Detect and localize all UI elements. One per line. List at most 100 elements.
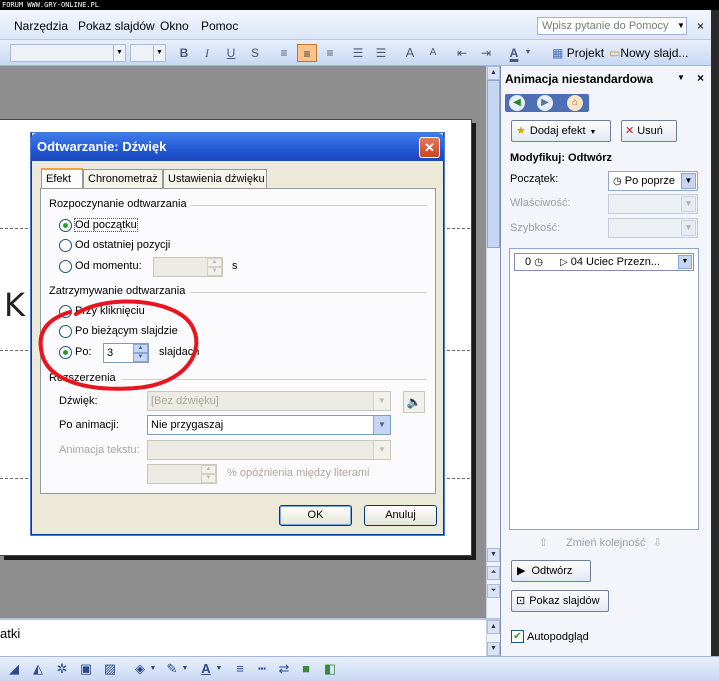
red-annotation-circle [38,299,199,391]
chevron-down-icon[interactable]: ▼ [678,255,692,269]
chevron-down-icon[interactable]: ▼ [373,416,390,434]
notes-pane[interactable]: atki ▲ ▼ [0,618,500,658]
move-up-icon[interactable]: ⇧ [539,536,548,549]
moment-spinner[interactable]: ▲ ▼ [153,257,223,277]
fill-color-icon[interactable]: ◈ [132,661,148,677]
speed-label: Szybkość: [510,222,561,234]
numbering-icon[interactable]: ☰ [348,44,368,62]
3d-icon[interactable]: ◧ [322,661,338,677]
line-color-icon[interactable]: ✎ [164,661,180,677]
property-select[interactable]: ▼ [608,194,698,214]
bold-button[interactable]: B [174,44,194,62]
next-slide-icon[interactable]: ⏷ [487,584,500,598]
animation-list-item[interactable]: 0 ◷ ▷ 04 Uciec Przezn... ▼ [514,253,694,271]
scroll-up-icon[interactable]: ▲ [487,620,500,634]
scroll-thumb[interactable] [487,80,500,248]
animate-text-select[interactable]: ▼ [147,440,391,460]
chevron-down-icon[interactable]: ▼ [180,661,190,677]
previous-slide-icon[interactable]: ⏶ [487,566,500,580]
chevron-down-icon[interactable]: ▼ [677,21,685,30]
slide-vertical-scrollbar[interactable]: ▲ ▼ ⏶ ⏷ [486,66,500,618]
scroll-down-icon[interactable]: ▼ [487,548,500,562]
chevron-down-icon[interactable]: ▼ [214,661,224,677]
star-icon: ★ [516,125,526,137]
underline-button[interactable]: U [221,44,241,62]
font-color-icon[interactable]: A [198,661,214,677]
font-grow-icon[interactable]: A [400,44,420,62]
start-value: Po poprze [624,175,675,187]
font-size-combo[interactable]: ▼ [130,44,166,62]
ok-button[interactable]: OK [279,505,352,526]
animation-list[interactable]: 0 ◷ ▷ 04 Uciec Przezn... ▼ [509,248,699,530]
align-left-icon[interactable]: ≡ [274,44,294,62]
align-center-icon[interactable]: ≡ [297,44,317,62]
remove-effect-button[interactable]: ✕ Usuń [621,120,677,142]
align-right-icon[interactable]: ≡ [320,44,340,62]
chevron-down-icon[interactable]: ▼ [681,173,696,189]
tab-chronometraz[interactable]: Chronometraż [83,169,163,189]
shadow-button[interactable]: S [245,44,265,62]
radio-od-poczatku[interactable] [59,219,72,232]
font-shrink-icon[interactable]: A [423,44,443,62]
menu-item-narzedzia[interactable]: Narzędzia [14,19,68,33]
dialog-title-bar[interactable]: Odtwarzanie: Dźwięk [31,133,444,161]
sound-select[interactable]: [Bez dźwięku] ▼ [147,391,391,411]
chevron-down-icon[interactable]: ▼ [153,45,165,61]
wordart-icon[interactable]: ◭ [30,661,46,677]
after-animation-select[interactable]: Nie przygaszaj ▼ [147,415,391,435]
close-icon[interactable]: × [697,71,704,85]
notes-scrollbar[interactable]: ▲ ▼ [486,620,500,658]
scroll-up-icon[interactable]: ▲ [487,66,500,80]
close-icon[interactable]: ✕ [419,137,440,158]
menu-item-pomoc[interactable]: Pomoc [201,19,238,33]
speaker-icon[interactable]: 🔈 [403,391,425,413]
shadow-icon[interactable]: ■ [298,661,314,677]
projekt-button[interactable]: ▦ Projekt [552,46,604,60]
play-button[interactable]: ▶ Odtwórz [511,560,591,582]
chevron-down-icon[interactable]: ▼ [522,44,534,62]
radio-od-momentu[interactable] [59,260,72,273]
radio-od-ostatniej-pozycji[interactable] [59,239,72,252]
font-name-combo[interactable]: ▼ [10,44,126,62]
decrease-indent-icon[interactable]: ⇤ [452,44,472,62]
italic-button[interactable]: I [197,44,217,62]
chevron-down-icon[interactable]: ▼ [677,73,685,82]
bullets-icon[interactable]: ☰ [371,44,391,62]
start-select[interactable]: ◷ Po poprze ▼ [608,171,698,191]
chevron-down-icon: ▼ [681,196,696,212]
chevron-down-icon[interactable]: ▼ [148,661,158,677]
font-color-button[interactable]: A [504,44,524,62]
projector-icon: ⊡ [516,595,526,607]
help-search-input[interactable]: Wpisz pytanie do Pomocy [537,17,687,35]
sound-value: [Bez dźwięku] [151,395,219,407]
new-slide-button[interactable]: ▭Nowy slajd... [609,46,688,60]
dash-style-icon[interactable]: ┅ [254,661,270,677]
spin-down-icon: ▼ [201,474,216,483]
add-effect-button[interactable]: ★ Dodaj efekt ▼ [511,120,611,142]
chevron-down-icon[interactable]: ▼ [113,45,125,61]
menu-item-okno[interactable]: Okno [160,19,189,33]
line-style-icon[interactable]: ≡ [232,661,248,677]
shape-icon[interactable]: ◢ [6,661,22,677]
tab-efekt[interactable]: Efekt [41,168,83,190]
increase-indent-icon[interactable]: ⇥ [476,44,496,62]
spin-up-icon: ▲ [207,258,222,267]
diagram-icon[interactable]: ✲ [54,661,70,677]
cancel-button[interactable]: Anuluj [364,505,437,526]
autopreview-checkbox[interactable]: ✔ [511,630,524,643]
menu-item-pokaz-slajdow[interactable]: Pokaz slajdów [78,19,155,33]
home-icon[interactable]: ⌂ [567,95,583,111]
letter-delay-spinner[interactable]: ▲ ▼ [147,464,217,484]
forward-icon[interactable]: ▶ [537,95,553,111]
speed-select[interactable]: ▼ [608,218,698,238]
move-down-icon[interactable]: ⇩ [653,536,662,549]
picture-icon[interactable]: ▨ [102,661,118,677]
tab-ustawienia-dzwieku[interactable]: Ustawienia dźwięku [163,169,267,189]
arrow-style-icon[interactable]: ⇄ [276,661,292,677]
close-icon[interactable]: × [697,19,704,33]
slideshow-button[interactable]: ⊡ Pokaz slajdów [511,590,609,612]
play-icon: ▶ [517,565,526,577]
clipart-icon[interactable]: ▣ [78,661,94,677]
scroll-down-icon[interactable]: ▼ [487,642,500,656]
back-icon[interactable]: ◀ [509,95,525,111]
